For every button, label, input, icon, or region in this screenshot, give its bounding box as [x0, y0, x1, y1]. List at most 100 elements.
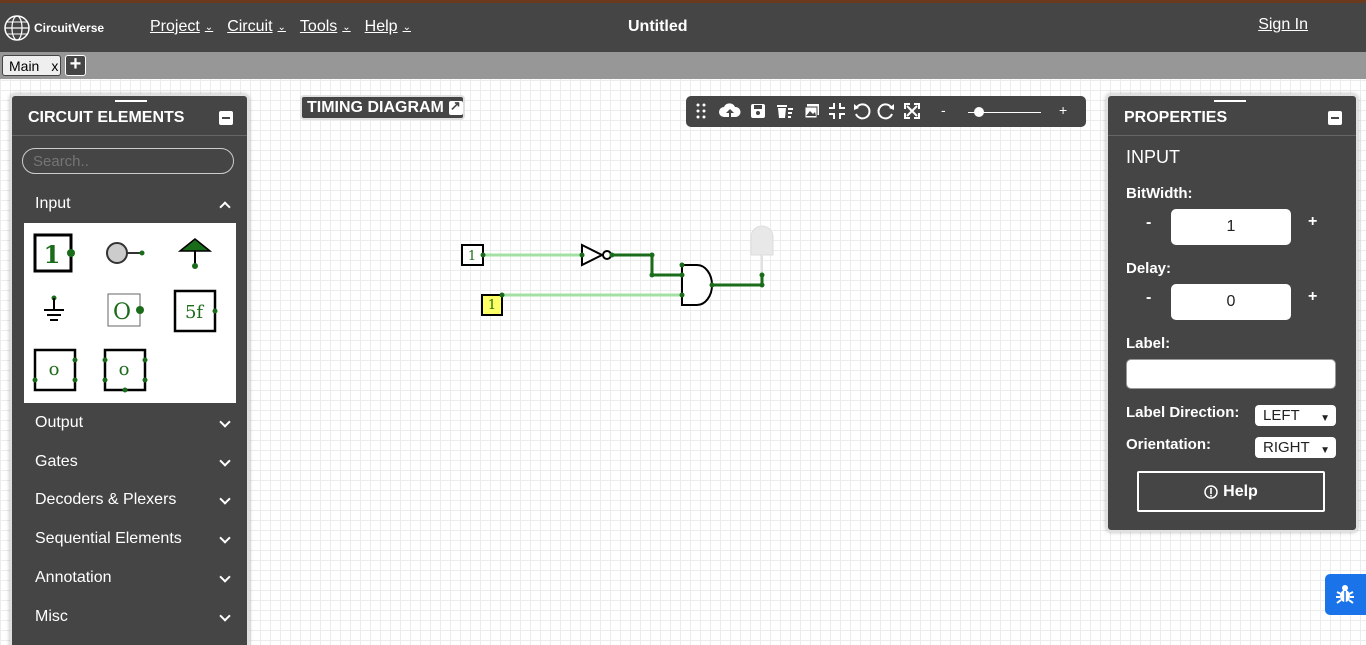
chevron-down-icon — [219, 455, 231, 467]
not-gate[interactable] — [581, 243, 605, 267]
info-icon — [1204, 484, 1218, 499]
chevron-down-icon — [219, 610, 231, 622]
help-label: Help — [1223, 482, 1258, 500]
constant-val-icon[interactable]: O — [102, 288, 148, 334]
input-icon[interactable]: 1 — [32, 231, 78, 277]
panel-header: PROPERTIES — [1108, 96, 1356, 136]
category-output[interactable]: Output — [12, 407, 247, 439]
ground-icon[interactable] — [32, 288, 78, 334]
search-input[interactable] — [22, 148, 234, 174]
wire-and-out[interactable] — [712, 275, 764, 287]
node[interactable] — [709, 282, 715, 288]
category-label: Decoders & Plexers — [35, 491, 177, 508]
circuit-elements-panel: CIRCUIT ELEMENTS Input 1 O — [10, 94, 249, 645]
label-direction-value: LEFT — [1263, 407, 1300, 424]
input-icon-text: 1 — [44, 240, 61, 269]
node[interactable] — [499, 292, 505, 298]
undo-icon[interactable] — [852, 101, 872, 121]
category-sequential-elements[interactable]: Sequential Elements — [12, 523, 247, 555]
node[interactable] — [609, 252, 615, 258]
external-link-icon — [448, 98, 463, 115]
button-icon[interactable] — [102, 231, 148, 277]
category-annotation[interactable]: Annotation — [12, 562, 247, 594]
delay-input[interactable]: 0 — [1171, 284, 1291, 320]
chevron-up-icon — [219, 201, 231, 213]
panel-title: PROPERTIES — [1124, 109, 1228, 126]
node[interactable] — [679, 272, 685, 278]
stepper-icon-text: 5f — [185, 302, 204, 323]
upload-icon[interactable] — [719, 101, 741, 121]
category-decoders-plexers[interactable]: Decoders & Plexers — [12, 484, 247, 516]
and-gate[interactable] — [681, 264, 713, 306]
node[interactable] — [649, 272, 655, 278]
category-label: Sequential Elements — [35, 530, 182, 547]
orientation-value: RIGHT — [1263, 439, 1310, 456]
orientation-select[interactable]: RIGHT ▼ — [1255, 437, 1336, 458]
category-label: Gates — [35, 453, 78, 470]
node[interactable] — [759, 272, 765, 278]
element-type: INPUT — [1126, 147, 1180, 167]
properties-panel: PROPERTIES INPUT BitWidth: - 1 + Delay: … — [1106, 94, 1358, 532]
quick-toolbar: - + — [686, 96, 1086, 127]
delay-decrement-button[interactable]: - — [1146, 289, 1151, 307]
delay-increment-button[interactable]: + — [1308, 288, 1317, 306]
delay-label: Delay: — [1126, 260, 1172, 277]
category-label: Annotation — [35, 569, 112, 586]
random-icon[interactable]: o — [32, 347, 78, 393]
chevron-down-icon — [219, 493, 231, 505]
node[interactable] — [579, 252, 585, 258]
redo-icon[interactable] — [876, 101, 896, 121]
report-bug-button[interactable] — [1325, 574, 1366, 615]
timing-diagram-button[interactable]: TIMING DIAGRAM — [300, 95, 465, 120]
label-direction-label: Label Direction: — [1126, 404, 1240, 421]
panel-title: CIRCUIT ELEMENTS — [28, 109, 185, 126]
node[interactable] — [649, 252, 655, 258]
drag-handle-icon[interactable] — [691, 101, 711, 121]
chevron-down-icon — [219, 416, 231, 428]
bitwidth-label: BitWidth: — [1126, 185, 1193, 202]
category-label: Output — [35, 414, 84, 431]
input-a-value: 1 — [468, 249, 476, 264]
node[interactable] — [679, 262, 685, 268]
minimize-button[interactable] — [1328, 111, 1342, 125]
bitwidth-decrement-button[interactable]: - — [1146, 214, 1151, 232]
panel-header: CIRCUIT ELEMENTS — [12, 96, 247, 136]
counter-icon[interactable]: o — [102, 347, 148, 393]
power-icon[interactable] — [172, 231, 218, 277]
category-gates[interactable]: Gates — [12, 446, 247, 478]
image-icon[interactable] — [802, 101, 822, 121]
input-elements-grid: 1 O 5f o o — [24, 223, 236, 403]
node[interactable] — [480, 252, 486, 258]
label-label: Label: — [1126, 335, 1171, 352]
category-label: Input — [35, 195, 71, 212]
bug-icon — [1336, 585, 1354, 604]
bitwidth-input[interactable]: 1 — [1171, 209, 1291, 245]
category-label: Misc — [35, 608, 68, 625]
bitwidth-increment-button[interactable]: + — [1308, 213, 1317, 231]
node[interactable] — [679, 292, 685, 298]
minimize-button[interactable] — [219, 111, 233, 125]
save-icon[interactable] — [748, 101, 768, 121]
fullscreen-icon[interactable] — [902, 101, 922, 121]
stepper-icon[interactable]: 5f — [172, 288, 218, 334]
category-misc[interactable]: Misc — [12, 601, 247, 633]
zoom-slider-handle[interactable] — [974, 107, 984, 117]
timing-diagram-label: TIMING DIAGRAM — [307, 98, 444, 116]
constant-val-icon-text: O — [113, 300, 131, 325]
fit-icon[interactable] — [827, 101, 847, 121]
category-input[interactable]: Input — [12, 188, 247, 220]
orientation-label: Orientation: — [1126, 436, 1211, 453]
wire-not-out[interactable] — [612, 253, 682, 277]
delete-icon[interactable] — [774, 101, 794, 121]
input-b-value: 1 — [488, 298, 496, 313]
random-icon-text: o — [49, 359, 60, 380]
node[interactable] — [759, 282, 765, 288]
led-output[interactable] — [750, 225, 774, 256]
help-button[interactable]: Help — [1137, 471, 1325, 512]
chevron-down-icon — [219, 571, 231, 583]
chevron-down-icon — [219, 532, 231, 544]
zoom-in-button[interactable]: + — [1059, 102, 1067, 118]
label-direction-select[interactable]: LEFT ▼ — [1255, 405, 1336, 426]
label-input[interactable] — [1126, 359, 1336, 389]
zoom-out-button[interactable]: - — [941, 102, 946, 118]
